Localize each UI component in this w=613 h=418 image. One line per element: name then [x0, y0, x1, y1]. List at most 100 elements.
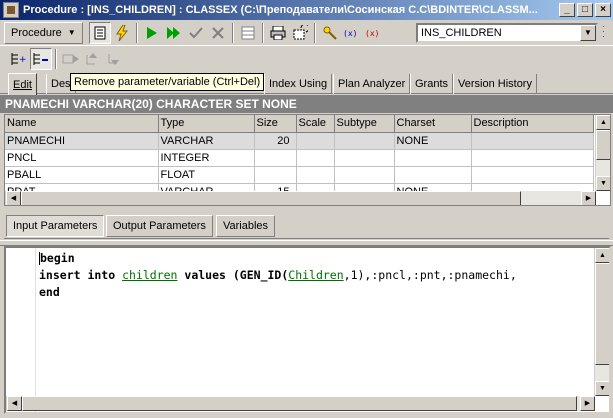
col-header-type[interactable]: Type	[158, 115, 255, 133]
toolbar-separator	[231, 22, 234, 43]
cell-name[interactable]: PNAMECHI	[5, 132, 159, 150]
scroll-left-icon[interactable]: ◀	[7, 396, 22, 411]
grid-view-icon[interactable]	[237, 22, 259, 44]
table-row[interactable]: PBALL FLOAT	[5, 166, 594, 184]
toolbar-separator	[261, 22, 264, 43]
debug-vars-red-icon[interactable]: (x)	[363, 22, 385, 44]
col-header-scale[interactable]: Scale	[296, 115, 335, 133]
window-title: Procedure : [INS_CHILDREN] : CLASSEX (C:…	[23, 4, 538, 16]
scroll-down-icon[interactable]: ▼	[596, 176, 610, 191]
move-up-icon[interactable]	[82, 48, 104, 70]
cell-type[interactable]: INTEGER	[158, 149, 255, 167]
code-text-segment: values (GEN_ID(	[177, 268, 289, 282]
print-icon[interactable]	[267, 22, 289, 44]
svg-text:+: +	[19, 55, 27, 65]
remove-parameter-icon[interactable]	[30, 47, 52, 70]
col-header-charset[interactable]: Charset	[394, 115, 472, 133]
cell-type[interactable]: FLOAT	[158, 166, 255, 184]
move-down-icon[interactable]	[104, 48, 126, 70]
cell-size[interactable]	[254, 166, 297, 184]
col-header-name[interactable]: Name	[5, 115, 159, 133]
scroll-thumb[interactable]	[595, 263, 609, 365]
keyword: end	[39, 285, 60, 299]
code-text-segment: ,1),:pncl,:pnt,:pnamechi,	[343, 268, 517, 282]
cell-charset[interactable]	[394, 166, 472, 184]
tab-input-parameters[interactable]: Input Parameters	[6, 215, 105, 237]
toolbar-separator	[135, 22, 138, 43]
add-parameter-icon[interactable]: +	[8, 48, 30, 70]
tab-grants[interactable]: Grants	[410, 74, 454, 94]
cell-subtype[interactable]	[334, 166, 395, 184]
table-row[interactable]: PNAMECHI VARCHAR 20 NONE	[5, 132, 594, 150]
tab-edit[interactable]: Edit	[8, 73, 37, 95]
app-icon[interactable]	[3, 2, 19, 18]
parameters-grid[interactable]: Name Type Size Scale Subtype Charset Des…	[4, 114, 611, 206]
run-icon[interactable]	[141, 22, 163, 44]
tab-output-parameters[interactable]: Output Parameters	[106, 215, 213, 237]
scroll-left-icon[interactable]: ◀	[6, 191, 21, 205]
cell-charset[interactable]: NONE	[394, 132, 472, 150]
identifier: Children	[288, 268, 344, 282]
run-step-icon[interactable]	[163, 22, 185, 44]
cell-name[interactable]: PBALL	[5, 166, 159, 184]
cell-size[interactable]: 20	[254, 132, 297, 150]
cell-name[interactable]: PNCL	[5, 149, 159, 167]
code-text-segment: insert into	[39, 268, 123, 282]
refresh-icon[interactable]	[289, 22, 311, 44]
cell-description[interactable]	[471, 166, 594, 184]
chevron-down-icon: ▼	[67, 28, 76, 37]
grid-horizontal-scrollbar[interactable]: ◀ ▶	[5, 191, 596, 205]
cell-scale[interactable]	[296, 132, 335, 150]
cell-subtype[interactable]	[334, 132, 395, 150]
tab-variables[interactable]: Variables	[216, 215, 276, 237]
tab-index-using[interactable]: Index Using	[264, 74, 333, 94]
selected-param-header: PNAMECHI VARCHAR(20) CHARACTER SET NONE	[0, 95, 613, 113]
commit-check-icon[interactable]	[185, 22, 207, 44]
cell-charset[interactable]	[394, 149, 472, 167]
chevron-down-icon[interactable]: ▼	[580, 25, 596, 41]
properties-icon[interactable]	[88, 21, 111, 44]
scroll-down-icon[interactable]: ▼	[595, 381, 609, 396]
title-bar[interactable]: Procedure : [INS_CHILDREN] : CLASSEX (C:…	[0, 0, 613, 20]
scroll-right-icon[interactable]: ▶	[580, 396, 595, 411]
tab-plan-analyzer[interactable]: Plan Analyzer	[333, 74, 411, 94]
cell-scale[interactable]	[296, 149, 335, 167]
cell-subtype[interactable]	[334, 149, 395, 167]
scroll-up-icon[interactable]: ▲	[596, 115, 610, 130]
editor-vertical-scrollbar[interactable]: ▲ ▼	[594, 248, 609, 396]
scroll-thumb[interactable]	[21, 191, 521, 205]
col-header-description[interactable]: Description	[471, 115, 594, 133]
keys-icon[interactable]	[319, 22, 341, 44]
rollback-x-icon[interactable]	[207, 22, 229, 44]
compile-lightning-icon[interactable]	[111, 22, 133, 44]
cell-size[interactable]	[254, 149, 297, 167]
tab-version-history[interactable]: Version History	[453, 74, 537, 94]
editor-horizontal-scrollbar[interactable]: ◀ ▶	[6, 396, 595, 411]
param-toolbar: +	[0, 45, 613, 71]
procedure-dropdown-button[interactable]: Procedure ▼	[4, 21, 83, 44]
scroll-right-icon[interactable]: ▶	[581, 191, 596, 205]
cell-description[interactable]	[471, 149, 594, 167]
scroll-thumb[interactable]	[596, 130, 610, 160]
scroll-thumb[interactable]	[22, 396, 577, 411]
tab-label: Version History	[458, 78, 532, 90]
toolbar-grip-icon[interactable]: · · ·	[602, 22, 605, 41]
close-button[interactable]: ×	[595, 3, 611, 17]
col-header-size[interactable]: Size	[254, 115, 297, 133]
sql-editor[interactable]: begin insert into children values (GEN_I…	[4, 246, 611, 414]
cell-description[interactable]	[471, 132, 594, 150]
table-row[interactable]: PNCL INTEGER	[5, 149, 594, 167]
maximize-button[interactable]: □	[577, 3, 593, 17]
code-text[interactable]: begin insert into children values (GEN_I…	[39, 250, 517, 301]
debug-vars-icon[interactable]: (x)	[341, 22, 363, 44]
cell-scale[interactable]	[296, 166, 335, 184]
tab-label: Output Parameters	[113, 220, 206, 232]
minimize-button[interactable]: _	[559, 3, 575, 17]
col-header-subtype[interactable]: Subtype	[334, 115, 395, 133]
scroll-up-icon[interactable]: ▲	[595, 248, 609, 263]
svg-text:(x): (x)	[365, 29, 379, 38]
cell-type[interactable]: VARCHAR	[158, 132, 255, 150]
move-parameter-icon[interactable]	[60, 48, 82, 70]
grid-vertical-scrollbar[interactable]: ▲ ▼	[595, 115, 610, 191]
object-selector-combo[interactable]: INS_CHILDREN ▼	[416, 23, 598, 43]
